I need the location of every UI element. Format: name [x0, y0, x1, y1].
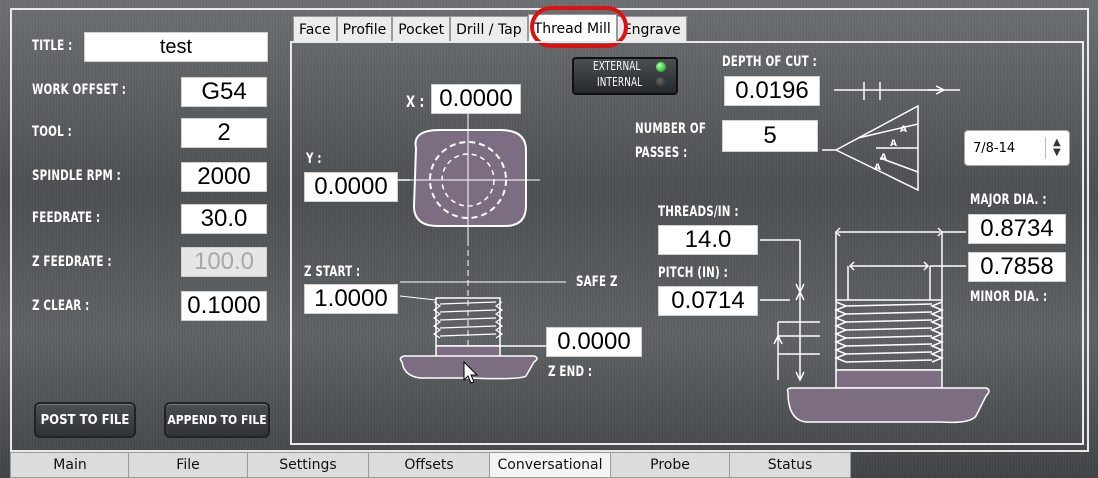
part-side-view	[399, 240, 566, 380]
internal-led-icon	[656, 77, 666, 87]
z-end-label: Z END :	[548, 364, 593, 380]
depth-of-cut-diagram	[822, 82, 960, 192]
pitch-input[interactable]: 0.0714	[658, 286, 758, 316]
tab-status[interactable]: Status	[729, 452, 851, 478]
svg-text:A: A	[874, 163, 881, 173]
x-label: X :	[406, 92, 425, 111]
depth-of-cut-label: DEPTH OF CUT :	[722, 54, 817, 70]
thread-mill-diagram: A A A A	[398, 82, 990, 424]
tab-file[interactable]: File	[128, 452, 248, 478]
y-label: Y :	[306, 151, 322, 167]
up-down-chevron-icon: ▲ ▼	[1053, 137, 1061, 158]
passes-input[interactable]: 5	[722, 120, 818, 152]
tab-probe[interactable]: Probe	[610, 452, 730, 478]
thread-size-value: 7/8-14	[973, 140, 1016, 156]
svg-text:A: A	[880, 153, 887, 163]
tab-settings[interactable]: Settings	[247, 452, 369, 478]
depth-of-cut-input[interactable]: 0.0196	[724, 76, 820, 106]
tab-offsets[interactable]: Offsets	[368, 452, 490, 478]
major-dia-input[interactable]: 0.8734	[968, 214, 1066, 244]
internal-label: INTERNAL	[597, 75, 643, 89]
safe-z-label: SAFE Z	[576, 274, 618, 290]
passes-label-line2: PASSES :	[635, 145, 688, 161]
svg-text:A: A	[890, 139, 897, 149]
select-divider	[1045, 137, 1046, 159]
minor-dia-input[interactable]: 0.7858	[968, 252, 1066, 282]
threads-per-inch-input[interactable]: 14.0	[658, 225, 758, 255]
threads-per-inch-label: THREADS/IN :	[658, 204, 739, 220]
svg-text:A: A	[900, 125, 907, 135]
thread-profile-diagram	[760, 227, 990, 424]
major-dia-label: MAJOR DIA. :	[970, 192, 1047, 208]
tab-main[interactable]: Main	[10, 452, 130, 478]
y-input[interactable]: 0.0000	[304, 172, 398, 202]
pitch-label: PITCH (IN) :	[658, 265, 728, 281]
z-end-input[interactable]: 0.0000	[546, 327, 642, 357]
minor-dia-label: MINOR DIA. :	[970, 289, 1048, 305]
thread-size-select[interactable]: 7/8-14 ▲ ▼	[964, 130, 1070, 166]
app-root: TITLE : test WORK OFFSET : G54 TOOL : 2 …	[0, 0, 1098, 478]
passes-label-line1: NUMBER OF	[635, 121, 707, 137]
tab-conversational[interactable]: Conversational	[489, 452, 611, 478]
external-led-icon	[656, 62, 666, 72]
z-start-label: Z START :	[304, 264, 361, 280]
z-start-input[interactable]: 1.0000	[304, 284, 398, 314]
x-input[interactable]: 0.0000	[431, 84, 521, 114]
external-label: EXTERNAL	[593, 59, 641, 73]
part-top-view	[400, 110, 540, 240]
